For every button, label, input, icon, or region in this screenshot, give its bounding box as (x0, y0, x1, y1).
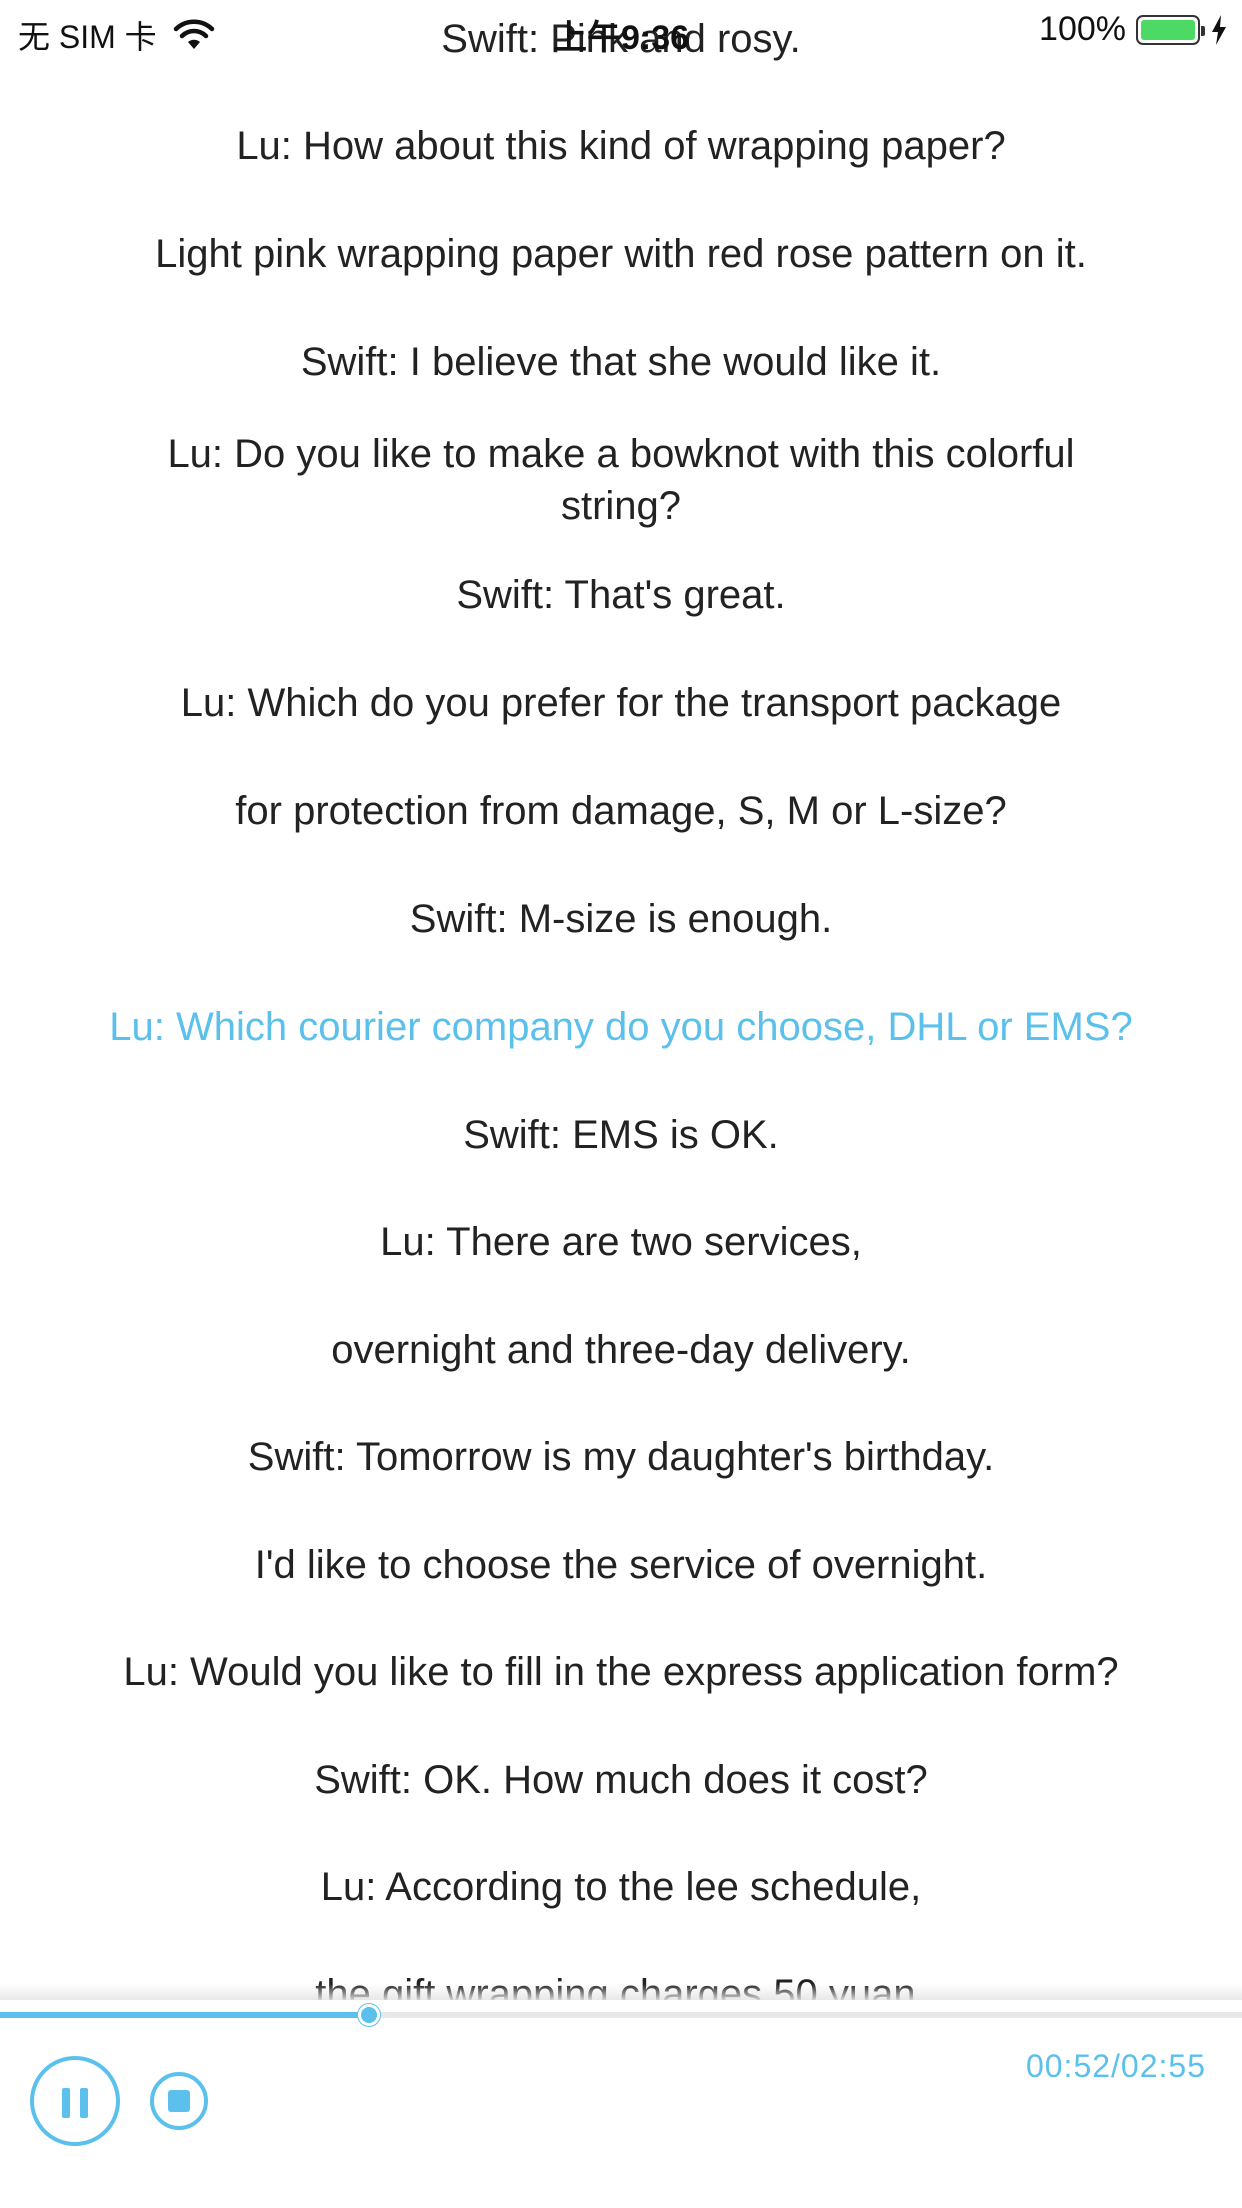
lyric-line[interactable]: Lu: There are two services, (40, 1216, 1202, 1268)
progress-thumb[interactable] (357, 2004, 380, 2026)
progress-slider[interactable] (0, 2004, 1242, 2026)
player-bar: 00:52/02:55 (0, 1984, 1242, 2208)
lyric-line[interactable]: Swift: Pink and rosy. (40, 13, 1202, 65)
lyric-line[interactable]: Swift: That's great. (40, 569, 1202, 621)
lyric-line[interactable]: Lu: Which do you prefer for the transpor… (40, 677, 1202, 729)
lyric-line[interactable]: Lu: Do you like to make a bowknot with t… (160, 428, 1082, 532)
lyric-line[interactable]: Swift: I believe that she would like it. (40, 336, 1202, 388)
lyric-line[interactable]: overnight and three-day delivery. (40, 1324, 1202, 1376)
stop-button[interactable] (150, 2072, 208, 2130)
pause-icon (62, 2088, 88, 2118)
stop-icon (168, 2090, 190, 2112)
lyric-line[interactable]: Swift: EMS is OK. (40, 1109, 1202, 1161)
lyric-line[interactable]: Swift: OK. How much does it cost? (40, 1754, 1202, 1806)
lyric-line[interactable]: for protection from damage, S, M or L-si… (40, 785, 1202, 837)
lyric-line[interactable]: Lu: Would you like to fill in the expres… (40, 1646, 1202, 1698)
lyrics-scroll-view[interactable]: Swift: Pink and rosy. Lu: How about this … (0, 0, 1242, 2000)
time-readout: 00:52/02:55 (1025, 2048, 1206, 2084)
lyric-line[interactable]: I'd like to choose the service of overni… (40, 1539, 1202, 1591)
lyric-line[interactable]: Lu: According to the lee schedule, (40, 1861, 1202, 1913)
progress-fill (0, 2012, 369, 2018)
lyric-line[interactable]: Swift: Tomorrow is my daughter's birthda… (40, 1431, 1202, 1483)
player-shadow (0, 1984, 1242, 2000)
lyric-line[interactable]: Light pink wrapping paper with red rose … (40, 228, 1202, 280)
lyric-line-current[interactable]: Lu: Which courier company do you choose,… (40, 1001, 1202, 1053)
lyric-line[interactable]: Lu: How about this kind of wrapping pape… (40, 120, 1202, 172)
pause-button[interactable] (30, 2056, 120, 2146)
lyric-line[interactable]: Swift: M-size is enough. (40, 893, 1202, 945)
